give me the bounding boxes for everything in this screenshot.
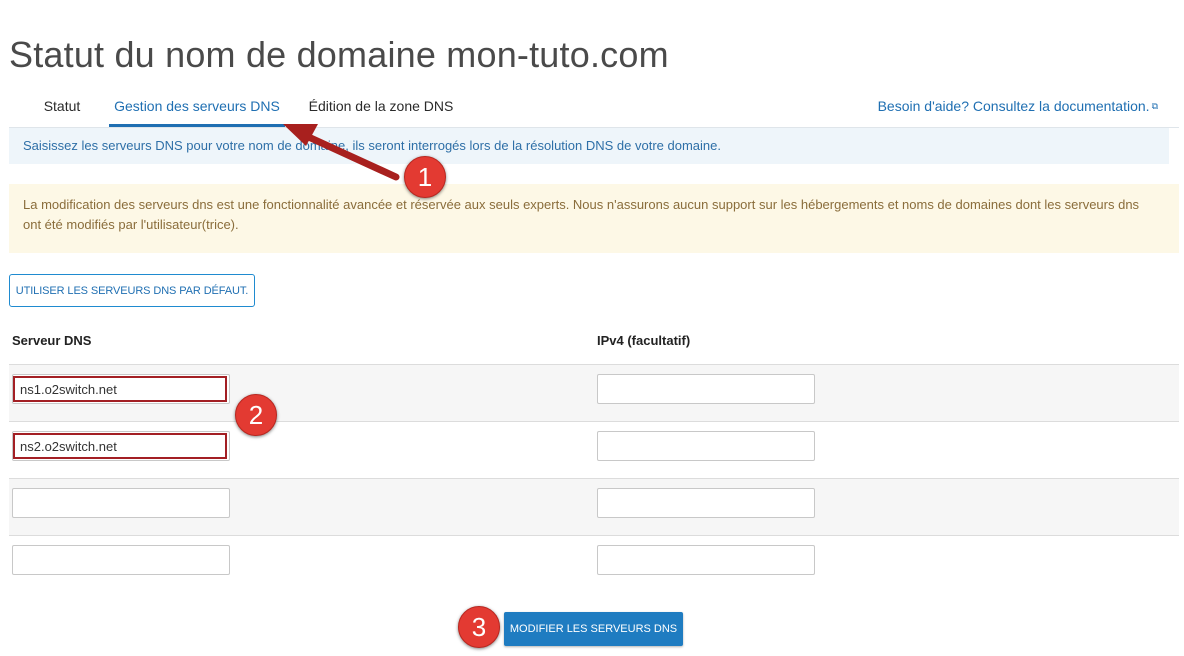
table-row — [9, 364, 1179, 421]
dns-server-input-3[interactable] — [12, 488, 230, 518]
external-link-icon: ⧉ — [1151, 101, 1158, 111]
table-row — [9, 535, 1179, 592]
annotation-badge-3: 3 — [458, 606, 500, 648]
info-alert: Saisissez les serveurs DNS pour votre no… — [9, 128, 1169, 164]
table-row — [9, 421, 1179, 478]
page-title: Statut du nom de domaine mon-tuto.com — [9, 34, 669, 76]
ipv4-input-4[interactable] — [597, 545, 815, 575]
column-header-ipv4: IPv4 (facultatif) — [597, 333, 691, 348]
ipv4-input-3[interactable] — [597, 488, 815, 518]
help-documentation-link[interactable]: Besoin d'aide? Consultez la documentatio… — [878, 84, 1158, 130]
warning-alert: La modification des serveurs dns est une… — [9, 184, 1179, 253]
warning-text: La modification des serveurs dns est une… — [23, 197, 1140, 232]
column-header-dns: Serveur DNS — [12, 333, 92, 348]
tab-gestion-serveurs-dns[interactable]: Gestion des serveurs DNS — [109, 84, 285, 127]
tab-statut[interactable]: Statut — [31, 84, 93, 126]
tab-edition-zone-dns[interactable]: Édition de la zone DNS — [301, 84, 461, 126]
use-default-dns-button[interactable]: UTILISER LES SERVEURS DNS PAR DÉFAUT. — [9, 274, 255, 307]
help-link-label: Besoin d'aide? Consultez la documentatio… — [877, 98, 1150, 114]
modify-dns-servers-button[interactable]: MODIFIER LES SERVEURS DNS — [504, 612, 683, 646]
annotation-badge-1: 1 — [404, 156, 446, 198]
dns-server-input-1[interactable] — [12, 374, 230, 404]
dns-server-input-2[interactable] — [12, 431, 230, 461]
table-row — [9, 478, 1179, 535]
dns-server-input-4[interactable] — [12, 545, 230, 575]
ipv4-input-2[interactable] — [597, 431, 815, 461]
ipv4-input-1[interactable] — [597, 374, 815, 404]
tab-bar: Statut Gestion des serveurs DNS Édition … — [9, 84, 1179, 128]
annotation-badge-2: 2 — [235, 394, 277, 436]
